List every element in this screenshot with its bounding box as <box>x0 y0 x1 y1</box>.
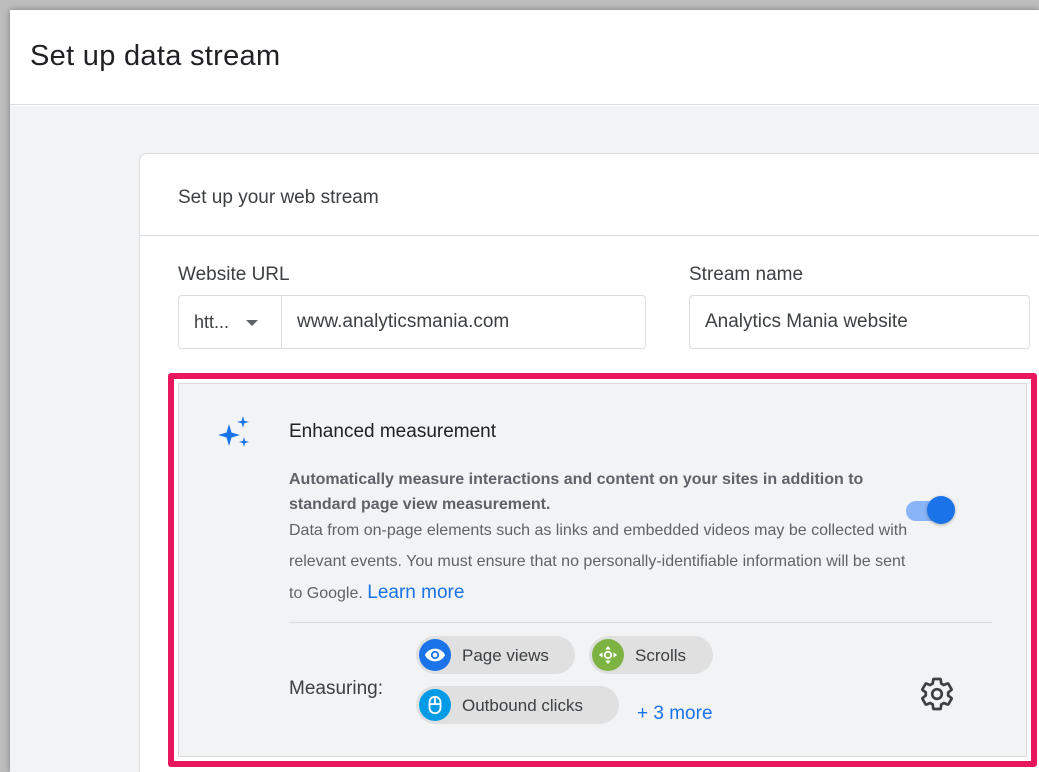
compass-icon <box>592 639 624 671</box>
dropdown-arrow-icon <box>246 320 258 326</box>
toggle-thumb <box>927 496 955 524</box>
card-header: Set up your web stream <box>140 154 1039 236</box>
website-url-field: htt... <box>178 295 646 349</box>
chip-label: Outbound clicks <box>462 696 583 715</box>
highlight-frame: Enhanced measurement Automatically measu… <box>168 373 1037 767</box>
chip-label: Page views <box>462 646 549 665</box>
chip-outbound-clicks[interactable]: Outbound clicks <box>416 686 619 724</box>
more-events-link[interactable]: + 3 more <box>637 703 713 725</box>
divider <box>289 622 992 623</box>
stream-name-label: Stream name <box>689 264 804 285</box>
enhanced-measurement-panel: Enhanced measurement Automatically measu… <box>178 383 1027 757</box>
chip-label: Scrolls <box>635 646 687 665</box>
sparkle-icon <box>218 416 249 447</box>
page-title: Set up data stream <box>30 40 281 72</box>
enhanced-measurement-title: Enhanced measurement <box>289 421 497 442</box>
enhanced-measurement-description: Data from on-page elements such as links… <box>289 515 909 609</box>
protocol-select[interactable]: htt... <box>179 296 282 348</box>
page: Set up data stream Set up your web strea… <box>10 10 1039 772</box>
gear-icon[interactable] <box>919 676 955 712</box>
chip-page-views[interactable]: Page views <box>416 636 575 674</box>
learn-more-link[interactable]: Learn more <box>367 582 464 603</box>
measuring-label: Measuring: <box>289 678 383 699</box>
card-title: Set up your web stream <box>178 187 379 208</box>
eye-icon <box>419 639 451 671</box>
enhanced-measurement-toggle[interactable] <box>906 495 960 525</box>
website-url-label: Website URL <box>178 264 290 285</box>
stream-name-input[interactable] <box>689 295 1030 349</box>
enhanced-measurement-summary: Automatically measure interactions and c… <box>289 471 864 513</box>
page-header: Set up data stream <box>10 10 1039 105</box>
protocol-value: htt... <box>194 312 230 332</box>
website-url-input[interactable] <box>283 296 645 348</box>
mouse-icon <box>419 689 451 721</box>
chip-scrolls[interactable]: Scrolls <box>589 636 713 674</box>
